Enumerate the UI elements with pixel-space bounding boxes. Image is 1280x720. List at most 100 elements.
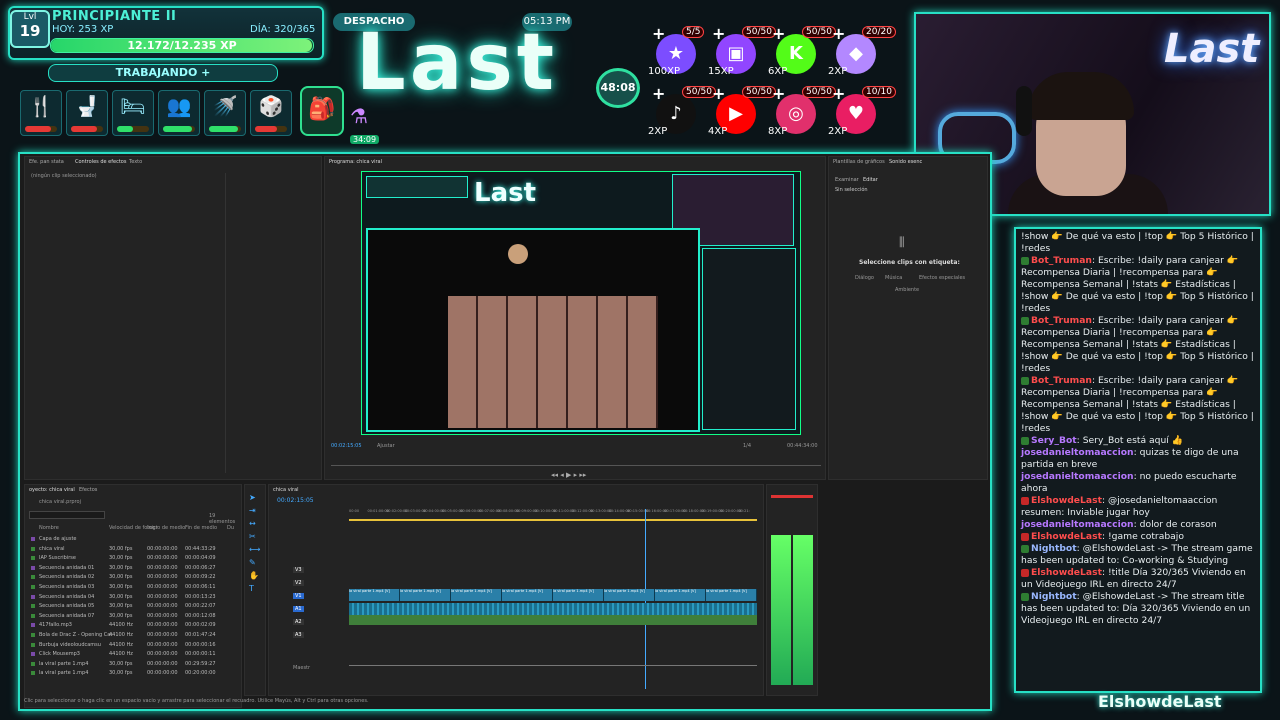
project-row[interactable]: chica viral 30,00 fps 00:00:00:00 00:44:33:…	[29, 545, 239, 554]
need-bar	[25, 126, 57, 132]
video-clip[interactable]: la viral parte 1.mp4 [V]	[604, 589, 655, 601]
audio-track-a1[interactable]	[349, 603, 757, 615]
tab-effects[interactable]: Efectos	[79, 487, 97, 493]
work-area-bar[interactable]	[349, 519, 757, 521]
track-label[interactable]: V2	[293, 580, 304, 586]
tab-program[interactable]: Programa: chica viral	[329, 159, 382, 165]
tab-source[interactable]: Efe. pan stata	[29, 159, 64, 165]
video-clip[interactable]: la viral parte 1.mp4 [V]	[553, 589, 604, 601]
tab-edit[interactable]: Editar	[863, 177, 878, 183]
chat-message: Bot_Truman: Escribe: !daily para canjear…	[1021, 315, 1255, 375]
need-fork-knife: 🍴	[20, 90, 62, 136]
chat-username[interactable]: josedanieltomaaccion	[1021, 471, 1134, 482]
chat-message: josedanieltomaaccion: no puedo escuchart…	[1021, 471, 1255, 495]
project-row[interactable]: Bola de Drac Z - Opening Cat 44100 Hz 00:0…	[29, 631, 239, 640]
resolution-dropdown[interactable]: 1/4	[743, 443, 751, 449]
project-cell: 30,00 fps	[109, 593, 133, 600]
column-header[interactable]: Nombre	[39, 525, 59, 531]
label-swatch	[31, 671, 35, 676]
chat-message: Bot_Truman: Escribe: !daily para canjear…	[1021, 255, 1255, 315]
project-cell: 00:00:00:11	[185, 651, 216, 658]
label-swatch	[31, 585, 35, 589]
chat-username[interactable]: josedanieltomaaccion	[1021, 447, 1134, 458]
project-row[interactable]: Burbuja videoloudcamsu 44100 Hz 00:00:00:0…	[29, 641, 239, 650]
tab-project[interactable]: oyecto: chica viral	[29, 487, 75, 493]
sequence-timecode[interactable]: 00:02:15:05	[277, 497, 314, 504]
video-clip[interactable]: la viral parte 1.mp4 [V]	[655, 589, 706, 601]
chat-username[interactable]: Bot_Truman	[1031, 375, 1092, 386]
chat-panel: !show 👉 De qué va esto | !top 👉 Top 5 Hi…	[1014, 227, 1262, 693]
program-scrubber[interactable]	[331, 465, 821, 466]
track-label[interactable]: A1	[293, 606, 304, 612]
audio-track-a2[interactable]	[349, 615, 757, 625]
program-timecode[interactable]: 00:02:15:05	[331, 443, 362, 449]
tool-icons[interactable]: ➤ ⇥ ↔ ✂ ⟷ ✎ ✋ T	[249, 491, 260, 595]
track-label[interactable]: A3	[293, 632, 304, 638]
tab-browse[interactable]: Examinar	[835, 177, 859, 183]
chat-username[interactable]: Bot_Truman	[1031, 315, 1092, 326]
project-row[interactable]: la viral parte 1.mp4 30,00 fps 00:00:00:00…	[29, 669, 239, 678]
chat-username[interactable]: josedanieltomaaccion	[1021, 519, 1134, 530]
track-label[interactable]: V1	[293, 593, 304, 599]
dialogue-button[interactable]: Diálogo	[855, 275, 874, 281]
chat-username[interactable]: ElshowdeLast	[1031, 495, 1102, 506]
heart-goal-xp: 2XP	[828, 126, 848, 137]
project-cell: 00:00:04:09	[185, 555, 216, 562]
project-row[interactable]: Secuencia anidada 01 30,00 fps 00:00:00:00…	[29, 564, 239, 573]
video-clip[interactable]: la viral parte 1.mp4 [V]	[706, 589, 757, 601]
project-cell: 00:00:00:00	[147, 603, 178, 610]
track-label[interactable]: V3	[293, 567, 304, 573]
label-swatch	[31, 633, 35, 637]
project-row[interactable]: 417fallo.mp3 44100 Hz 00:00:00:00 00:00:02:…	[29, 621, 239, 630]
project-row[interactable]: Capa de ajuste	[29, 535, 239, 544]
project-row[interactable]: la viral parte 1.mp4 30,00 fps 00:00:00:00…	[29, 660, 239, 669]
need-fun: 🎲	[250, 90, 292, 136]
sfx-button[interactable]: Efectos especiales	[919, 275, 965, 281]
ambience-button[interactable]: Ambiente	[895, 287, 919, 293]
tab-graphics-templates[interactable]: Plantillas de gráficos	[833, 159, 885, 165]
video-clip[interactable]: la viral parte 1.mp4 [V]	[400, 589, 451, 601]
project-cell: 44100 Hz	[109, 622, 133, 629]
column-header[interactable]: Inicio de medio	[147, 525, 185, 531]
chat-username[interactable]: ElshowdeLast	[1031, 567, 1102, 578]
project-row[interactable]: Secuencia anidada 02 30,00 fps 00:00:00:00…	[29, 573, 239, 582]
tab-sequence[interactable]: chica viral	[273, 487, 299, 493]
timeline-ruler[interactable]: 00:00 00:01:00:00 00:02:00:00 00:03:00:00 00…	[349, 509, 757, 517]
bed-icon: 🛏	[120, 94, 146, 118]
track-label[interactable]: A2	[293, 619, 304, 625]
shower-icon: 🚿	[212, 94, 238, 118]
project-cell: 00:00:13:23	[185, 593, 216, 600]
column-header[interactable]: Fin de medio	[185, 525, 217, 531]
plus-icon: +	[832, 24, 846, 43]
project-row[interactable]: Secuencia anidada 03 30,00 fps 00:00:00:00…	[29, 583, 239, 592]
project-cell: 00:00:00:00	[147, 651, 178, 658]
project-cell: 00:00:00:00	[147, 641, 178, 648]
project-row[interactable]: Click Mousemp3 44100 Hz 00:00:00:00 00:00:0…	[29, 650, 239, 659]
project-row[interactable]: IAP Suscribirse 30,00 fps 00:00:00:00 00:00…	[29, 554, 239, 563]
tab-text[interactable]: Texto	[129, 159, 142, 165]
chat-username[interactable]: Sery_Bot	[1031, 435, 1077, 446]
tab-effect-controls[interactable]: Controles de efectos	[75, 159, 126, 165]
transport-controls[interactable]: ◂◂ ◂ ▶ ▸ ▸▸	[551, 471, 586, 479]
video-track-v1[interactable]: la viral parte 1.mp4 [V] la viral parte 1…	[349, 589, 757, 601]
project-cell: 00:00:00:00	[147, 660, 178, 667]
column-header[interactable]: Du	[227, 525, 234, 531]
chat-text: : Sery_Bot está aquí 👍	[1076, 435, 1184, 446]
video-clip[interactable]: la viral parte 1.mp4 [V]	[349, 589, 400, 601]
chat-username[interactable]: Bot_Truman	[1031, 255, 1092, 266]
fit-dropdown[interactable]: Ajustar	[377, 443, 395, 449]
video-clip[interactable]: la viral parte 1.mp4 [V]	[451, 589, 502, 601]
project-row[interactable]: Secuencia anidada 04 30,00 fps 00:00:00:00…	[29, 593, 239, 602]
tab-essential-sound[interactable]: Sonido esenc	[889, 159, 922, 165]
video-clip[interactable]: la viral parte 1.mp4 [V]	[502, 589, 553, 601]
divider	[225, 173, 226, 473]
project-cell: 00:01:47:24	[185, 632, 216, 638]
music-button[interactable]: Música	[885, 275, 902, 281]
project-row[interactable]: Secuencia anidada 07 30,00 fps 00:00:00:00…	[29, 612, 239, 621]
project-cell: 00:00:00:00	[147, 670, 178, 677]
chat-username[interactable]: Nightbot	[1031, 543, 1077, 554]
project-row[interactable]: Secuencia anidada 05 30,00 fps 00:00:00:00…	[29, 602, 239, 611]
chat-username[interactable]: ElshowdeLast	[1031, 531, 1102, 542]
project-search-input[interactable]	[29, 511, 105, 519]
chat-username[interactable]: Nightbot	[1031, 591, 1077, 602]
